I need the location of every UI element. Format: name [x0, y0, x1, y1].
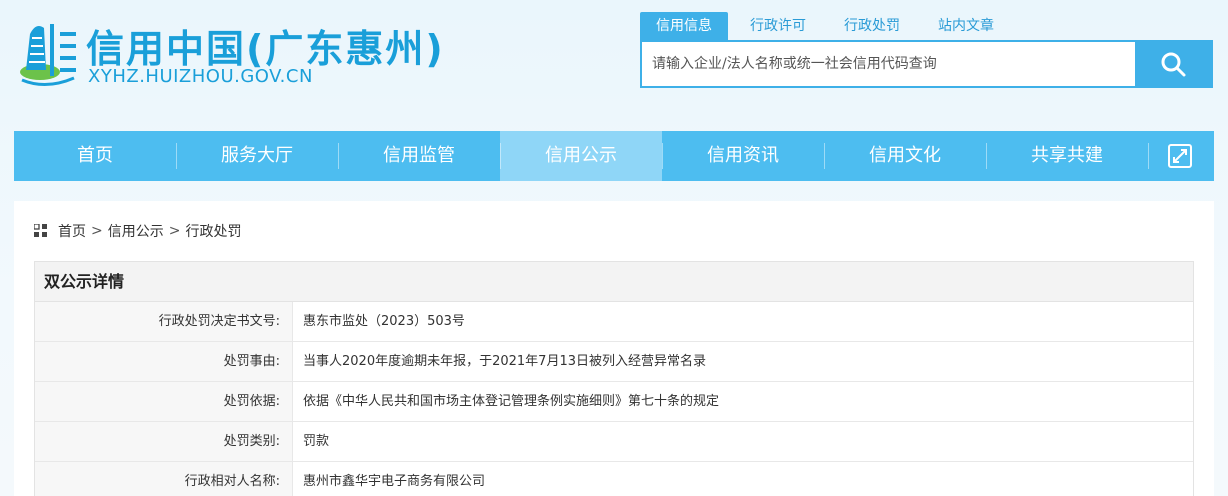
search-box: [640, 40, 1213, 88]
detail-value: 惠东市监处（2023）503号: [303, 314, 465, 329]
detail-row: 处罚类别: 罚款: [35, 422, 1193, 462]
detail-title: 双公示详情: [35, 262, 1193, 302]
detail-label: 行政相对人名称:: [35, 462, 293, 496]
detail-label: 处罚依据:: [35, 382, 293, 421]
nav-item-service-hall[interactable]: 服务大厅: [176, 131, 338, 181]
nav-expand-button[interactable]: [1148, 131, 1212, 181]
detail-row: 处罚依据: 依据《中华人民共和国市场主体登记管理条例实施细则》第七十条的规定: [35, 382, 1193, 422]
nav-item-credit-culture[interactable]: 信用文化: [824, 131, 986, 181]
site-domain: XYHZ.HUIZHOU.GOV.CN: [88, 66, 313, 87]
site-header: 信用中国(广东惠州) XYHZ.HUIZHOU.GOV.CN 信用信息 行政许可…: [0, 0, 1228, 130]
search-tabs: 信用信息 行政许可 行政处罚 站内文章: [640, 12, 1016, 40]
grid-icon: [34, 224, 47, 237]
detail-label: 行政处罚决定书文号:: [35, 302, 293, 341]
content-panel: 首页 > 信用公示 > 行政处罚 双公示详情 行政处罚决定书文号: 惠东市监处（…: [14, 201, 1214, 496]
search-input[interactable]: [642, 42, 1135, 86]
detail-row: 行政处罚决定书文号: 惠东市监处（2023）503号: [35, 302, 1193, 342]
main-nav: 首页 服务大厅 信用监管 信用公示 信用资讯 信用文化 共享共建: [14, 131, 1214, 181]
breadcrumb-credit-publicity[interactable]: 信用公示: [108, 221, 164, 241]
detail-value: 当事人2020年度逾期未年报，于2021年7月13日被列入经营异常名录: [303, 354, 706, 369]
search-tab-admin-license[interactable]: 行政许可: [734, 12, 822, 40]
breadcrumb-separator: >: [168, 223, 181, 239]
logo-emblem-icon: [16, 14, 80, 92]
breadcrumb-separator: >: [91, 223, 103, 239]
detail-label: 处罚事由:: [35, 342, 293, 381]
detail-value: 惠州市鑫华宇电子商务有限公司: [303, 474, 486, 489]
nav-item-home[interactable]: 首页: [14, 131, 176, 181]
nav-item-credit-supervision[interactable]: 信用监管: [338, 131, 500, 181]
breadcrumb-home[interactable]: 首页: [58, 221, 86, 241]
nav-item-share-build[interactable]: 共享共建: [986, 131, 1148, 181]
breadcrumb-admin-penalty[interactable]: 行政处罚: [185, 221, 241, 241]
detail-row: 处罚事由: 当事人2020年度逾期未年报，于2021年7月13日被列入经营异常名…: [35, 342, 1193, 382]
search-tab-admin-penalty[interactable]: 行政处罚: [828, 12, 916, 40]
expand-icon: [1168, 144, 1192, 168]
search-button[interactable]: [1135, 42, 1211, 86]
search-icon: [1161, 52, 1186, 77]
nav-item-credit-publicity[interactable]: 信用公示: [500, 131, 662, 181]
detail-panel: 双公示详情 行政处罚决定书文号: 惠东市监处（2023）503号 处罚事由: 当…: [34, 261, 1194, 496]
detail-label: 处罚类别:: [35, 422, 293, 461]
detail-value: 依据《中华人民共和国市场主体登记管理条例实施细则》第七十条的规定: [303, 394, 720, 409]
nav-item-credit-news[interactable]: 信用资讯: [662, 131, 824, 181]
detail-value: 罚款: [303, 434, 330, 449]
detail-row: 行政相对人名称: 惠州市鑫华宇电子商务有限公司: [35, 462, 1193, 496]
search-tab-credit-info[interactable]: 信用信息: [640, 12, 728, 40]
search-tab-site-articles[interactable]: 站内文章: [922, 12, 1010, 40]
site-title: 信用中国(广东惠州): [86, 27, 445, 71]
breadcrumb: 首页 > 信用公示 > 行政处罚: [34, 221, 241, 241]
